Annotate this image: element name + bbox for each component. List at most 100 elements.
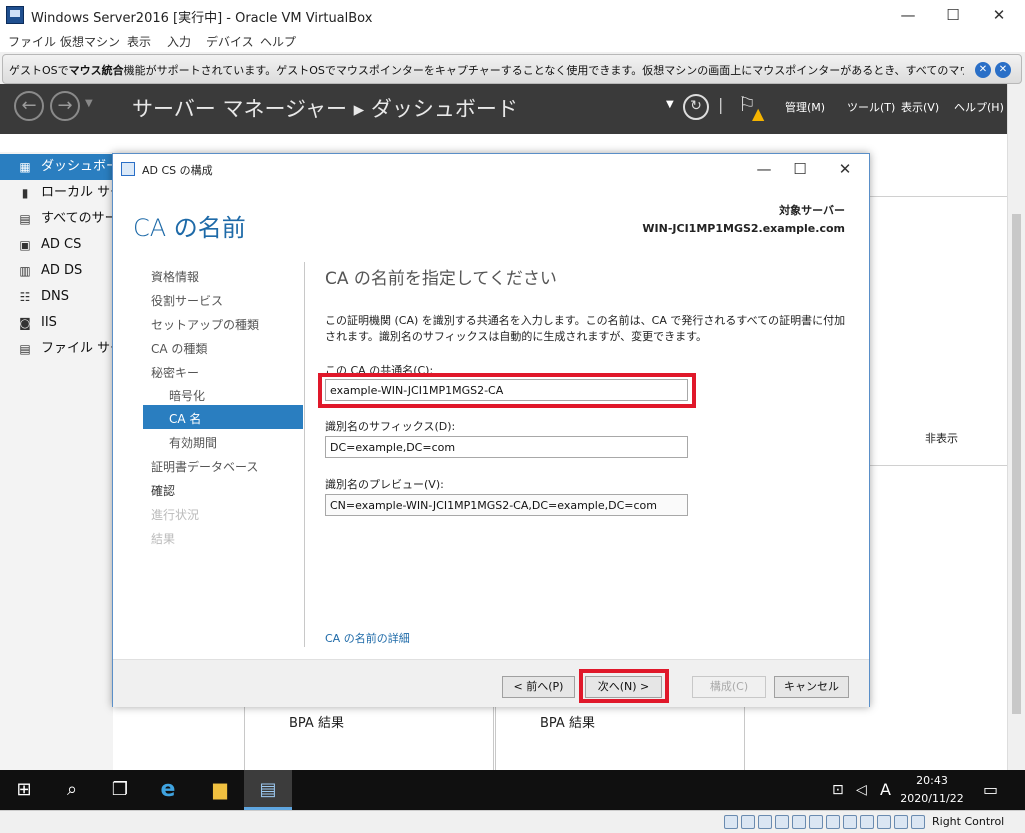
sidebar-item-dashboard[interactable]: ▦ダッシュボード [0,154,113,180]
nav-item-progress: 進行状況 [151,508,200,522]
forward-arrow-icon[interactable]: → [50,91,80,121]
nav-item-confirmation[interactable]: 確認 [151,482,175,499]
dashboard-panel [864,196,1007,466]
nav-divider [304,262,305,647]
nav-item-ca-type[interactable]: CA の種類 [151,340,207,357]
back-arrow-icon[interactable]: ← [14,91,44,121]
close-button[interactable]: ✕ [979,4,1019,26]
server-manager-header: ← → ▼ サーバー マネージャー ▸ ダッシュボード ▼ ↻ | ⚐ ▲ 管理… [0,84,1007,134]
task-view-icon[interactable]: ❐ [96,770,144,810]
page-title: サーバー マネージャー ▸ ダッシュボード [132,97,518,121]
network-icon[interactable]: ⊡ [832,782,844,798]
dashboard-icon: ▦ [19,160,31,174]
notice-toggle-icon[interactable]: ✕ [975,62,991,78]
cpu-icon[interactable] [860,815,874,829]
ime-mode-indicator[interactable]: A [880,780,891,799]
next-button[interactable]: 次へ(N) > [585,676,662,698]
audio-icon[interactable] [758,815,772,829]
history-dropdown-icon[interactable]: ▼ [85,98,93,109]
vbox-menubar: ファイル 仮想マシン 表示 入力 デバイス ヘルプ [0,30,1025,52]
menu-devices[interactable]: デバイス [206,33,254,50]
nav-item-results: 結果 [151,532,176,546]
cancel-button[interactable]: キャンセル [774,676,849,698]
nav-item-cryptography[interactable]: 暗号化 [169,387,205,404]
menu-input[interactable]: 入力 [167,33,191,50]
network-adapter-icon[interactable] [775,815,789,829]
dialog-close-button[interactable]: ✕ [828,158,862,180]
bpa-title[interactable]: BPA 結果 [540,712,595,731]
certificate-icon: ▣ [19,238,31,252]
search-icon[interactable]: ⌕ [48,770,96,810]
sidebar-item-iis[interactable]: ◙ IIS [0,310,113,336]
keyboard-icon[interactable] [877,815,891,829]
dn-suffix-input[interactable] [325,436,688,458]
nav-item-private-key[interactable]: 秘密キー [151,364,199,381]
nav-item-credentials[interactable]: 資格情報 [151,268,199,285]
menu-help-sm[interactable]: ヘルプ(H) [954,99,1004,115]
video-capture-icon[interactable] [843,815,857,829]
usb-icon[interactable] [792,815,806,829]
volume-muted-icon[interactable]: ◁ [856,782,867,798]
scrollbar-thumb[interactable] [1012,214,1021,714]
shared-folders-icon[interactable] [809,815,823,829]
sidebar-item-file-services[interactable]: ▤ファイル サービス [0,336,113,362]
dialog-minimize-button[interactable]: — [747,158,781,180]
host-key-icon[interactable] [911,815,925,829]
optical-drive-icon[interactable] [741,815,755,829]
notification-center-icon[interactable]: ▭ [983,780,998,799]
bpa-tile: BPA 結果 [244,705,494,770]
content-title: CA の名前を指定してください [325,269,557,289]
bpa-title[interactable]: BPA 結果 [289,712,344,731]
sidebar-item-ad-ds[interactable]: ▥ AD DS [0,258,113,284]
dn-preview-field [325,494,688,516]
menu-view-sm[interactable]: 表示(V) [901,99,939,115]
nav-item-ca-name[interactable]: CA 名 [169,410,201,427]
file-services-icon: ▤ [19,342,31,356]
dialog-maximize-button[interactable]: ☐ [783,158,817,180]
dropdown-icon[interactable]: ▼ [666,99,674,110]
mouse-integration-icon[interactable] [894,815,908,829]
refresh-icon[interactable]: ↻ [683,94,709,120]
menu-help[interactable]: ヘルプ [260,33,296,50]
dialog-titlebar: AD CS の構成 — ☐ ✕ [113,154,869,184]
mouse-integration-notice: ゲストOSでマウス統合機能がサポートされています。ゲストOSでマウスポインターを… [2,54,1022,84]
nav-item-role-services[interactable]: 役割サービス [151,292,223,309]
file-explorer-icon[interactable]: ▆ [196,770,244,810]
nav-item-validity-period[interactable]: 有効期間 [169,434,217,451]
iis-icon: ◙ [19,316,31,330]
hard-disk-icon[interactable] [724,815,738,829]
minimize-button[interactable]: — [888,4,928,26]
notice-close-icon[interactable]: ✕ [995,62,1011,78]
display-icon[interactable] [826,815,840,829]
vertical-scrollbar[interactable] [1007,84,1025,770]
previous-button[interactable]: < 前へ(P) [502,676,575,698]
maximize-button[interactable]: ☐ [933,4,973,26]
nav-item-setup-type[interactable]: セットアップの種類 [151,316,259,333]
target-server-label: 対象サーバー [779,204,845,217]
sidebar-item-dns[interactable]: ☷ DNS [0,284,113,310]
windows-taskbar: ⊞ ⌕ ❐ e ▆ ▤ ⊡ ◁ A 20:43 2020/11/22 ▭ [0,770,1025,810]
menu-tools[interactable]: ツール(T) [847,99,895,115]
nav-item-certificate-database[interactable]: 証明書データベース [151,458,258,475]
nav-active-highlight [143,405,303,429]
menu-view[interactable]: 表示 [127,33,151,50]
sidebar-item-local-server[interactable]: ▮ローカル サーバー [0,180,113,206]
hide-link[interactable]: 非表示 [925,430,958,446]
menu-manage[interactable]: 管理(M) [785,99,825,115]
dialog-heading: CA の名前 [133,214,246,242]
clock[interactable]: 20:43 2020/11/22 [900,772,964,808]
clock-time: 20:43 [916,774,948,787]
ca-name-help-link[interactable]: CA の名前の詳細 [325,630,410,646]
common-name-input[interactable] [325,379,688,401]
server-manager-icon [121,162,135,176]
server-manager-taskbar-icon[interactable]: ▤ [244,770,292,810]
sidebar-item-ad-cs[interactable]: ▣ AD CS [0,232,113,258]
dialog-footer: < 前へ(P) 次へ(N) > 構成(C) キャンセル [113,659,869,707]
windows-start-icon[interactable]: ⊞ [0,770,48,810]
sidebar-item-all-servers[interactable]: ▤すべてのサーバー [0,206,113,232]
menu-file[interactable]: ファイル [8,33,56,50]
menu-machine[interactable]: 仮想マシン [60,33,120,50]
clock-date: 2020/11/22 [900,792,964,805]
server-icon: ▮ [21,186,29,200]
internet-explorer-icon[interactable]: e [144,770,192,810]
